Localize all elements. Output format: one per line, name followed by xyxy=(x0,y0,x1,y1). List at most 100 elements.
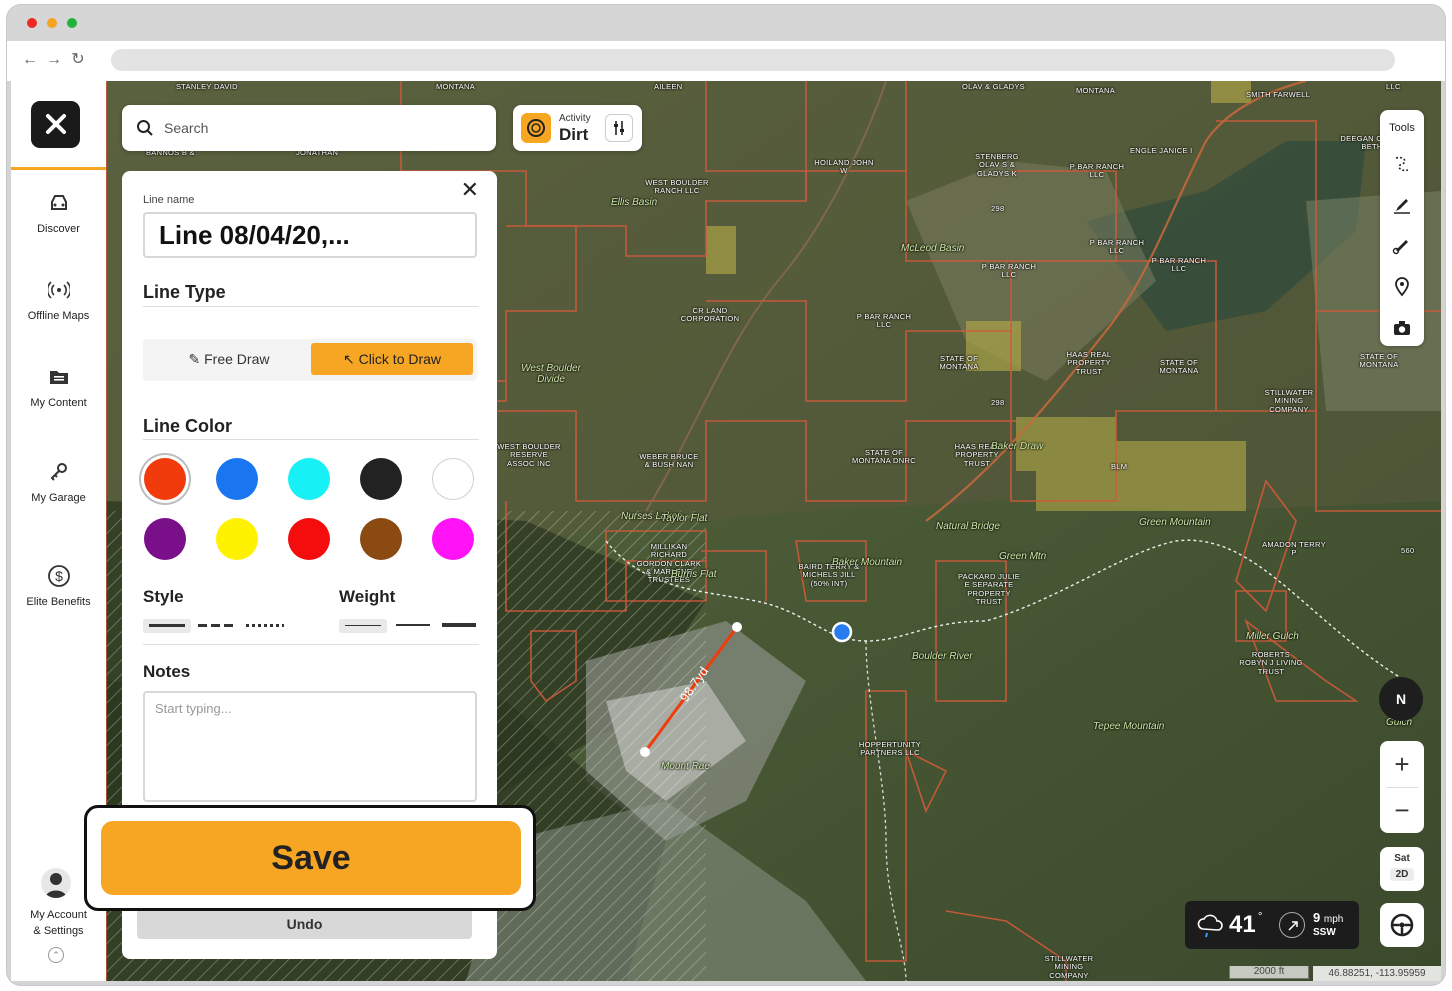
free-draw-button[interactable]: ✎ Free Draw xyxy=(149,343,309,375)
save-button[interactable]: Save xyxy=(101,821,521,895)
map-label: West Boulder Divide xyxy=(521,363,581,385)
click-to-draw-button[interactable]: ↖ Click to Draw xyxy=(311,343,473,375)
sidebar-item-elite-benefits[interactable]: $ Elite Benefits xyxy=(11,564,106,608)
forward-arrow-icon[interactable]: → xyxy=(45,51,63,69)
map-label: Baker Mountain xyxy=(832,557,903,568)
activity-value: Dirt xyxy=(559,125,589,144)
folder-icon xyxy=(11,365,106,389)
color-swatch[interactable] xyxy=(216,518,258,560)
color-swatch[interactable] xyxy=(360,458,402,500)
close-window-dot[interactable] xyxy=(27,18,37,28)
search-icon xyxy=(137,120,153,136)
color-swatch[interactable] xyxy=(144,518,186,560)
layer-mode-label: 2D xyxy=(1389,868,1415,881)
map-label: ENGLE JANICE I xyxy=(1130,146,1193,155)
map-label: Miller Gulch xyxy=(1246,631,1299,642)
close-panel-icon[interactable]: ✕ xyxy=(461,177,479,203)
url-bar[interactable] xyxy=(111,49,1395,71)
search-input[interactable]: Search xyxy=(164,120,208,136)
shape-draw-icon[interactable] xyxy=(1392,236,1412,256)
map-layer-button[interactable]: Sat 2D xyxy=(1380,847,1424,891)
click-to-draw-label: Click to Draw xyxy=(358,351,442,367)
line-type-toggle: ✎ Free Draw ↖ Click to Draw xyxy=(143,339,477,381)
reload-icon[interactable]: ↻ xyxy=(69,51,87,69)
divider xyxy=(143,306,479,307)
camera-icon[interactable] xyxy=(1392,318,1412,338)
color-swatch[interactable] xyxy=(288,458,330,500)
line-name-label: Line name xyxy=(143,194,195,206)
color-swatch[interactable] xyxy=(360,518,402,560)
sidebar-item-account[interactable]: My Account & Settings xyxy=(11,907,106,939)
app-logo-close-button[interactable] xyxy=(31,101,80,148)
map-label: Ellis Basin xyxy=(611,197,658,208)
map-label: Natural Bridge xyxy=(936,521,1000,532)
sidebar-item-my-garage[interactable]: My Garage xyxy=(11,460,106,504)
dirt-activity-icon xyxy=(521,113,551,143)
sidebar-item-label: Offline Maps xyxy=(27,310,90,322)
map-label: ROBERTS ROBYN J LIVING TRUST xyxy=(1239,650,1303,676)
map-label: HAAS REAL PROPERTY TRUST xyxy=(1066,350,1112,376)
color-swatch[interactable] xyxy=(288,518,330,560)
discover-icon xyxy=(11,191,106,215)
app-root: 98.7yd STANLEY DAVID MONTANA AILEEN OLAV & … xyxy=(11,81,1441,981)
map-label: 298 xyxy=(991,398,1005,407)
free-draw-label: Free Draw xyxy=(204,351,270,367)
zoom-in-button[interactable]: + xyxy=(1380,741,1424,787)
minimize-window-dot[interactable] xyxy=(47,18,57,28)
compass-north-label: N xyxy=(1395,691,1407,707)
weather-widget[interactable]: 41 ° 9 mph SSW xyxy=(1185,901,1359,949)
map-label: Green Mtn xyxy=(999,551,1047,562)
map-label: Baker Draw xyxy=(991,441,1044,452)
notes-textarea[interactable]: Start typing... xyxy=(143,691,477,802)
zoom-out-button[interactable]: − xyxy=(1380,787,1424,833)
line-type-title: Line Type xyxy=(143,282,226,302)
map-label: STATE OF MONTANA xyxy=(939,354,979,372)
style-title: Style xyxy=(143,587,184,606)
map-label: P BAR RANCH LLC xyxy=(1069,162,1125,180)
map-label: STATE OF MONTANA DNRC xyxy=(852,448,916,466)
color-swatch[interactable] xyxy=(216,458,258,500)
map-label: OLAV & GLADYS xyxy=(962,82,1025,91)
style-option-dashed[interactable] xyxy=(196,619,238,633)
map-label: P BAR RANCH LLC xyxy=(981,262,1037,280)
sidebar-item-my-content[interactable]: My Content xyxy=(11,365,106,409)
weight-option-thick[interactable] xyxy=(440,619,478,633)
sidebar-item-discover[interactable]: Discover xyxy=(11,191,106,235)
location-pin-icon[interactable] xyxy=(1392,277,1412,297)
current-location-marker xyxy=(831,621,853,643)
avatar[interactable] xyxy=(41,868,71,898)
cloud-rain-icon xyxy=(1197,914,1223,938)
maximize-window-dot[interactable] xyxy=(67,18,77,28)
chevron-up-icon[interactable]: ⌃ xyxy=(48,947,64,963)
activity-label: Activity xyxy=(559,113,591,124)
line-color-title: Line Color xyxy=(143,416,232,436)
color-swatch[interactable] xyxy=(432,518,474,560)
dollar-icon: $ xyxy=(11,564,106,588)
color-swatch[interactable] xyxy=(432,458,474,500)
weight-option-thin[interactable] xyxy=(339,619,387,633)
pen-icon[interactable] xyxy=(1392,195,1412,215)
map-label: LLC xyxy=(1386,82,1401,91)
style-option-dotted[interactable] xyxy=(244,619,286,633)
layer-type-label: Sat xyxy=(1394,853,1410,864)
search-bar[interactable]: Search xyxy=(122,105,496,151)
divider xyxy=(143,439,479,440)
draw-route-icon[interactable] xyxy=(1392,154,1412,174)
map-label: Taylor Flat xyxy=(661,513,708,524)
activity-selector[interactable]: Activity Dirt xyxy=(513,105,642,151)
filter-button[interactable] xyxy=(605,114,633,142)
coordinates-readout: 46.88251, -113.95959 xyxy=(1313,966,1441,981)
recenter-button[interactable] xyxy=(1380,903,1424,947)
map-label: Mount Rae xyxy=(661,761,710,772)
compass-button[interactable]: N xyxy=(1379,677,1423,721)
tools-panel: Tools xyxy=(1380,110,1424,346)
style-option-solid[interactable] xyxy=(143,619,191,633)
wind-direction: SSW xyxy=(1313,927,1336,938)
keys-icon xyxy=(11,460,106,484)
title-bar xyxy=(7,5,1445,41)
weight-option-medium[interactable] xyxy=(394,619,432,633)
line-name-input[interactable]: Line 08/04/20,... xyxy=(143,212,477,258)
back-arrow-icon[interactable]: ← xyxy=(21,51,39,69)
sidebar-item-offline-maps[interactable]: Offline Maps xyxy=(11,278,106,322)
color-swatch[interactable] xyxy=(144,458,186,500)
